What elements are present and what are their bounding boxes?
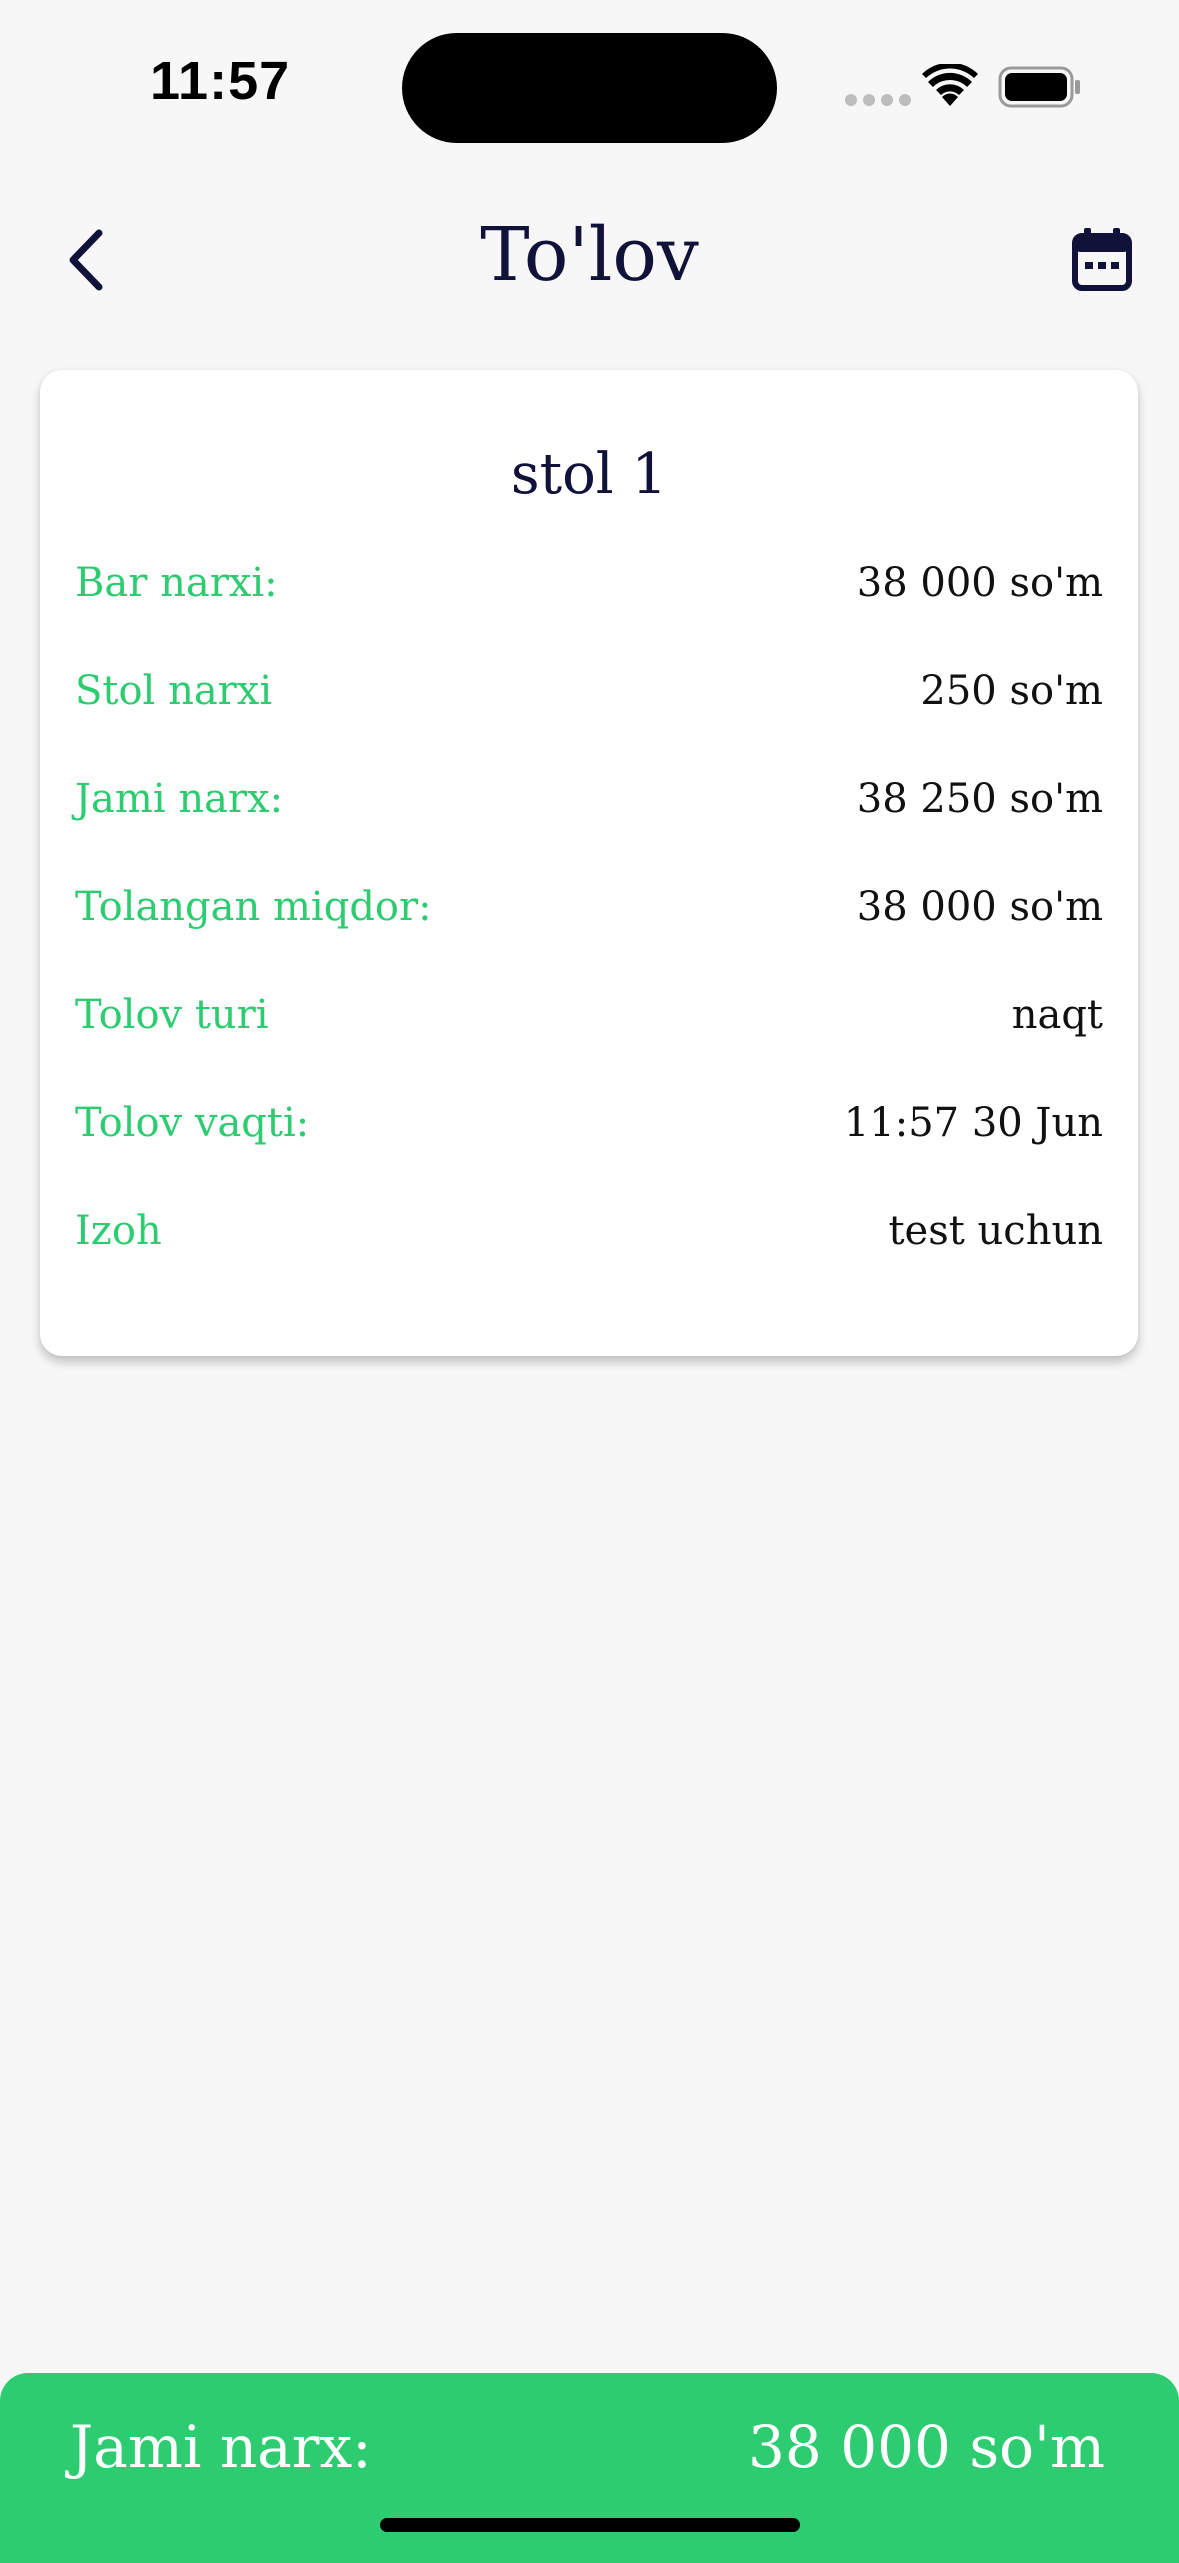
- row-label: Stol narxi: [75, 668, 273, 714]
- cellular-signal-icon: [845, 94, 911, 106]
- row-total-price: Jami narx: 38 250 so'm: [75, 764, 1103, 834]
- row-table-price: Stol narxi 250 so'm: [75, 656, 1103, 726]
- row-value: 38 000 so'm: [856, 560, 1103, 606]
- dynamic-island: [402, 33, 777, 143]
- total-label: Jami narx:: [70, 2413, 372, 2481]
- home-indicator[interactable]: [380, 2518, 800, 2532]
- calendar-icon: [1072, 228, 1132, 291]
- row-value: 38 250 so'm: [856, 776, 1103, 822]
- row-value: 250 so'm: [920, 668, 1103, 714]
- row-paid-amount: Tolangan miqdor: 38 000 so'm: [75, 872, 1103, 942]
- row-payment-time: Tolov vaqti: 11:57 30 Jun: [75, 1088, 1103, 1158]
- payment-details-card: stol 1 Bar narxi: 38 000 so'm Stol narxi…: [40, 370, 1138, 1356]
- battery-icon: [998, 66, 1082, 112]
- total-value: 38 000 so'm: [747, 2413, 1105, 2481]
- row-label: Jami narx:: [75, 776, 284, 822]
- row-value: test uchun: [888, 1208, 1103, 1254]
- total-bar: Jami narx: 38 000 so'm: [0, 2373, 1179, 2563]
- calendar-button[interactable]: [1072, 228, 1136, 292]
- wifi-icon: [922, 62, 978, 112]
- row-label: Tolov vaqti:: [75, 1100, 310, 1146]
- row-value: 38 000 so'm: [856, 884, 1103, 930]
- row-label: Tolov turi: [75, 992, 269, 1038]
- status-time: 11:57: [150, 51, 291, 111]
- row-bar-price: Bar narxi: 38 000 so'm: [75, 548, 1103, 618]
- page-title: To'lov: [480, 212, 699, 298]
- row-label: Bar narxi:: [75, 560, 278, 606]
- card-title: stol 1: [510, 442, 668, 507]
- row-value: naqt: [1011, 992, 1103, 1038]
- header: To'lov: [0, 190, 1179, 330]
- row-label: Tolangan miqdor:: [75, 884, 432, 930]
- row-label: Izoh: [75, 1208, 162, 1254]
- row-note: Izoh test uchun: [75, 1196, 1103, 1266]
- status-bar: 11:57: [0, 0, 1179, 180]
- row-payment-type: Tolov turi naqt: [75, 980, 1103, 1050]
- row-value: 11:57 30 Jun: [843, 1100, 1103, 1146]
